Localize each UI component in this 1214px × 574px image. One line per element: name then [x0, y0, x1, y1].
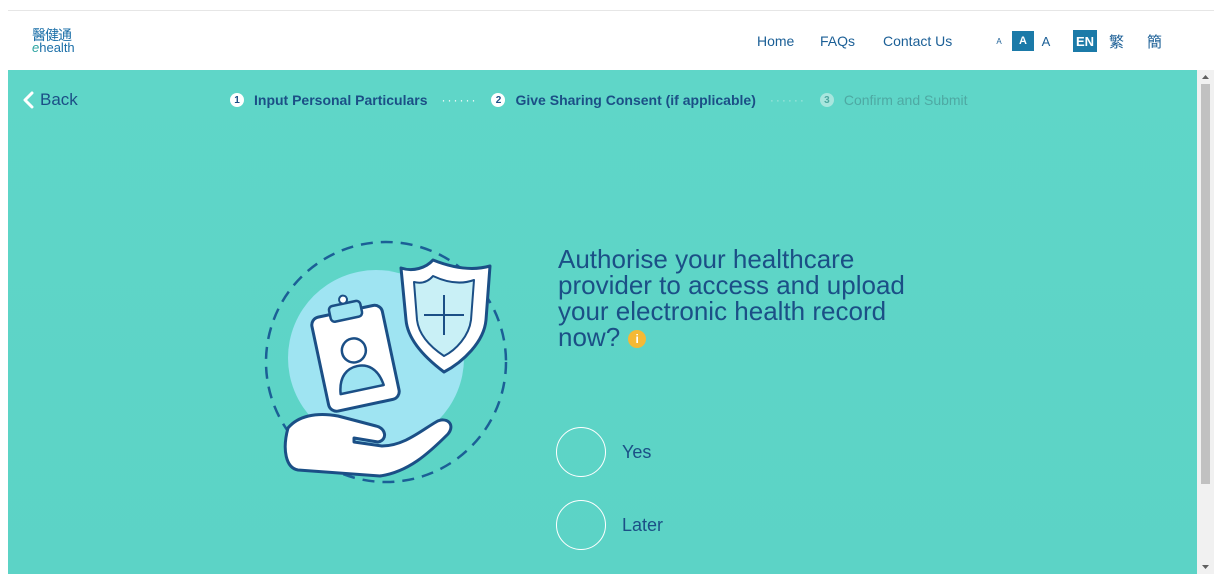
- later-option[interactable]: Later: [556, 500, 663, 550]
- step-2-number: 2: [491, 93, 506, 107]
- step-1-number: 1: [230, 93, 244, 107]
- step-1-label: Input Personal Particulars: [254, 92, 428, 108]
- step-2-label: Give Sharing Consent (if applicable): [515, 92, 756, 108]
- step-separator-1: ······: [441, 93, 478, 107]
- yes-radio[interactable]: [556, 427, 606, 477]
- step-2: 2 Give Sharing Consent (if applicable): [491, 92, 756, 108]
- scrollbar-thumb[interactable]: [1201, 84, 1210, 484]
- chevron-left-icon: [23, 91, 34, 109]
- back-button[interactable]: Back: [22, 90, 78, 110]
- consent-main-panel: Back 1 Input Personal Particulars ······…: [8, 70, 1197, 574]
- page-frame: 醫健通 ehealth Home FAQs Contact Us A A A E…: [0, 0, 1214, 574]
- font-size-small-button[interactable]: A: [992, 31, 1006, 51]
- progress-steps: 1 Input Personal Particulars ······ 2 Gi…: [230, 90, 968, 110]
- later-radio[interactable]: [556, 500, 606, 550]
- yes-option[interactable]: Yes: [556, 427, 651, 477]
- vertical-scrollbar[interactable]: [1197, 70, 1214, 574]
- language-simplified-chinese-button[interactable]: 簡: [1147, 30, 1162, 52]
- nav-faqs-wrap: FAQs: [820, 11, 855, 71]
- language-traditional-chinese-button[interactable]: 繁: [1109, 30, 1124, 52]
- step-1: 1 Input Personal Particulars: [230, 92, 428, 108]
- logo-english: ehealth: [32, 40, 75, 55]
- consent-question: Authorise your healthcare provider to ac…: [558, 246, 938, 350]
- font-size-large-button[interactable]: A: [1038, 31, 1054, 51]
- step-3-number: 3: [819, 93, 834, 107]
- step-separator-2: ······: [769, 93, 806, 107]
- nav-faqs-link[interactable]: FAQs: [820, 33, 855, 49]
- step-3-label: Confirm and Submit: [843, 92, 968, 108]
- top-header: 醫健通 ehealth Home FAQs Contact Us A A A E…: [8, 10, 1214, 70]
- later-label: Later: [622, 514, 664, 535]
- yes-label: Yes: [622, 441, 652, 462]
- nav-contact-link[interactable]: Contact Us: [883, 33, 952, 49]
- info-icon[interactable]: i: [628, 330, 647, 349]
- ehealth-logo[interactable]: 醫健通 ehealth: [32, 25, 92, 59]
- consent-question-text: Authorise your healthcare provider to ac…: [558, 244, 905, 352]
- nav-contact-wrap: Contact Us: [883, 11, 952, 71]
- scroll-down-arrow-icon[interactable]: [1197, 560, 1214, 574]
- step-3: 3 Confirm and Submit: [819, 92, 968, 108]
- language-english-button[interactable]: EN: [1073, 30, 1097, 52]
- nav-home-wrap: Home: [757, 11, 794, 71]
- scroll-up-arrow-icon[interactable]: [1197, 70, 1214, 84]
- back-label: Back: [40, 90, 78, 109]
- font-size-medium-button[interactable]: A: [1012, 31, 1034, 51]
- nav-home-link[interactable]: Home: [757, 33, 794, 49]
- consent-illustration: [264, 240, 508, 484]
